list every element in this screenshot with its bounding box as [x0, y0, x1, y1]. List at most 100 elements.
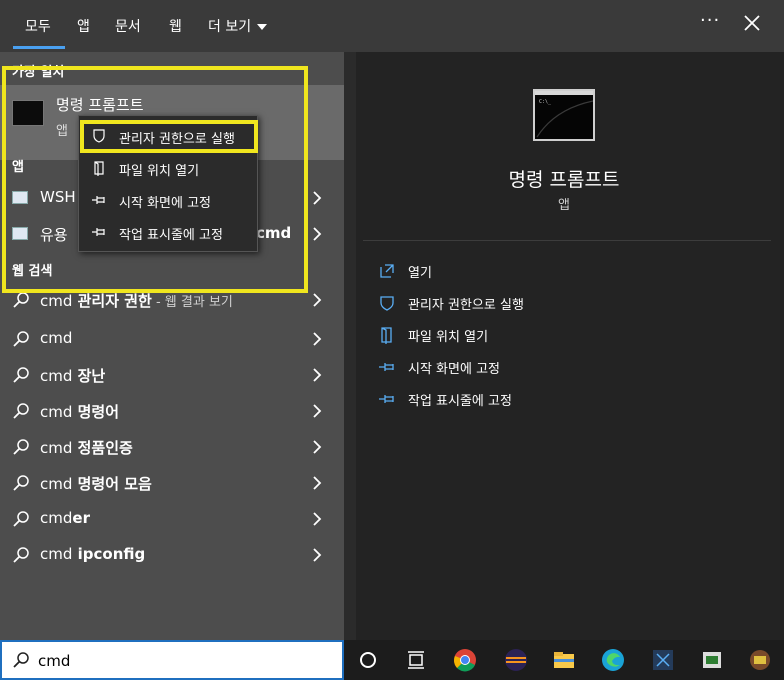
web-result-query: cmd — [40, 545, 73, 563]
web-result-query: cmd — [40, 292, 73, 310]
pin-icon — [379, 395, 394, 403]
chrome-icon[interactable] — [453, 648, 477, 672]
web-result-bold: er — [72, 509, 90, 527]
web-result-query: cmd — [40, 367, 73, 385]
action-label: 파일 위치 열기 — [408, 330, 489, 345]
wsh-icon — [12, 191, 28, 204]
ellipsis-icon[interactable]: ··· — [700, 10, 720, 31]
tab-all[interactable]: 모두 — [25, 16, 51, 36]
chevron-right-icon — [313, 368, 322, 382]
search-box — [0, 640, 344, 680]
web-result-query: cmd — [40, 475, 73, 493]
search-icon — [13, 367, 29, 383]
web-result-bold: 명령어 모음 — [72, 475, 152, 493]
web-result-query: cmd — [40, 329, 73, 347]
chevron-right-icon — [313, 227, 322, 241]
ctx-item-label: 관리자 권한으로 실행 — [119, 132, 235, 147]
app-item-bold-suffix: cmd — [256, 224, 292, 242]
ctx-item-label: 시작 화면에 고정 — [119, 196, 211, 211]
web-result-item[interactable]: cmd 정품인증 — [0, 429, 344, 465]
taskbar — [344, 640, 784, 680]
web-result-item[interactable]: cmd ipconfig — [0, 537, 344, 573]
best-match-subtitle: 앱 — [56, 124, 68, 139]
tab-apps[interactable]: 앱 — [77, 16, 90, 36]
chevron-right-icon — [313, 476, 322, 490]
action-pin-to-start[interactable]: 시작 화면에 고정 — [378, 354, 758, 380]
ctx-open-file-location[interactable]: 파일 위치 열기 — [79, 152, 257, 184]
action-run-as-admin[interactable]: 관리자 권한으로 실행 — [378, 290, 758, 316]
folder-icon — [94, 161, 104, 176]
pin-icon — [92, 228, 105, 236]
web-result-query: cmd — [40, 439, 73, 457]
tab-more-label: 더 보기 — [208, 19, 252, 35]
action-label: 시작 화면에 고정 — [408, 362, 500, 377]
web-result-item[interactable]: cmd 명령어 모음 — [0, 465, 344, 501]
command-prompt-icon — [12, 100, 44, 126]
action-open-file-location[interactable]: 파일 위치 열기 — [378, 322, 758, 348]
web-result-item[interactable]: cmd 장난 — [0, 357, 344, 393]
web-result-item[interactable]: cmd 명령어 — [0, 393, 344, 429]
eclipse-icon[interactable] — [504, 648, 528, 672]
search-input[interactable] — [38, 650, 328, 672]
ctx-run-as-admin[interactable]: 관리자 권한으로 실행 — [79, 120, 257, 152]
web-result-label: cmder — [40, 509, 90, 527]
active-tab-indicator — [13, 46, 65, 49]
app-item-label: WSH — [40, 188, 76, 206]
ctx-pin-to-start[interactable]: 시작 화면에 고정 — [79, 184, 257, 216]
context-menu: 관리자 권한으로 실행 파일 위치 열기 시작 화면에 고정 작업 표시줄에 고… — [78, 115, 258, 252]
tab-documents[interactable]: 문서 — [115, 16, 141, 36]
web-result-label: cmd 정품인증 — [40, 437, 133, 458]
best-match-heading: 가장 일치 — [12, 65, 65, 80]
web-result-bold: 정품인증 — [72, 439, 133, 457]
action-label: 작업 표시줄에 고정 — [408, 394, 512, 409]
web-search-heading: 웹 검색 — [12, 264, 53, 279]
web-result-label: cmd 명령어 — [40, 401, 119, 422]
vscode-icon[interactable] — [651, 648, 675, 672]
divider — [363, 240, 771, 241]
ctx-item-label: 파일 위치 열기 — [119, 164, 200, 179]
preview-subtitle: 앱 — [558, 198, 570, 213]
tab-web[interactable]: 웹 — [169, 16, 182, 36]
search-icon — [13, 475, 29, 491]
file-explorer-icon[interactable] — [552, 648, 576, 672]
svg-text:C:\_: C:\_ — [539, 99, 552, 105]
ctx-pin-to-taskbar[interactable]: 작업 표시줄에 고정 — [79, 216, 257, 248]
web-result-label: cmd 관리자 권한 - 웹 결과 보기 — [40, 290, 233, 311]
chevron-right-icon — [313, 512, 322, 526]
app-icon[interactable] — [700, 648, 724, 672]
search-icon — [13, 331, 29, 347]
web-result-bold: 장난 — [72, 367, 106, 385]
chevron-right-icon — [313, 332, 322, 346]
cortana-icon[interactable] — [356, 648, 380, 672]
web-result-item[interactable]: cmder — [0, 501, 344, 537]
folder-icon — [381, 327, 392, 344]
chevron-right-icon — [313, 293, 322, 307]
web-result-label: cmd 명령어 모음 — [40, 473, 152, 494]
preview-title: 명령 프롬프트 — [508, 169, 620, 191]
web-result-label: cmd 장난 — [40, 365, 105, 386]
search-icon — [13, 439, 29, 455]
chevron-right-icon — [313, 404, 322, 418]
web-result-item[interactable]: cmd — [0, 321, 344, 357]
web-result-query: cmd — [40, 403, 73, 421]
task-view-icon[interactable] — [404, 648, 428, 672]
chevron-right-icon — [313, 191, 322, 205]
search-icon — [13, 511, 29, 527]
close-icon[interactable] — [741, 12, 763, 34]
ctx-item-label: 작업 표시줄에 고정 — [119, 228, 223, 243]
tab-more[interactable]: 더 보기 — [208, 16, 268, 36]
command-prompt-graphic: C:\_ — [535, 91, 594, 138]
top-bar: 모두 앱 문서 웹 더 보기 ··· — [0, 0, 784, 52]
app-icon-2[interactable] — [748, 648, 772, 672]
web-result-bold: 명령어 — [72, 403, 120, 421]
search-icon — [13, 292, 29, 308]
best-match-title: 명령 프롬프트 — [56, 96, 144, 114]
chevron-right-icon — [313, 548, 322, 562]
edge-icon[interactable] — [601, 648, 625, 672]
action-open[interactable]: 열기 — [378, 258, 758, 284]
pin-icon — [379, 363, 394, 371]
action-pin-to-taskbar[interactable]: 작업 표시줄에 고정 — [378, 386, 758, 412]
web-result-item[interactable]: cmd 관리자 권한 - 웹 결과 보기 — [0, 282, 344, 318]
web-result-query: cmd — [40, 509, 73, 527]
pin-icon — [92, 196, 105, 204]
